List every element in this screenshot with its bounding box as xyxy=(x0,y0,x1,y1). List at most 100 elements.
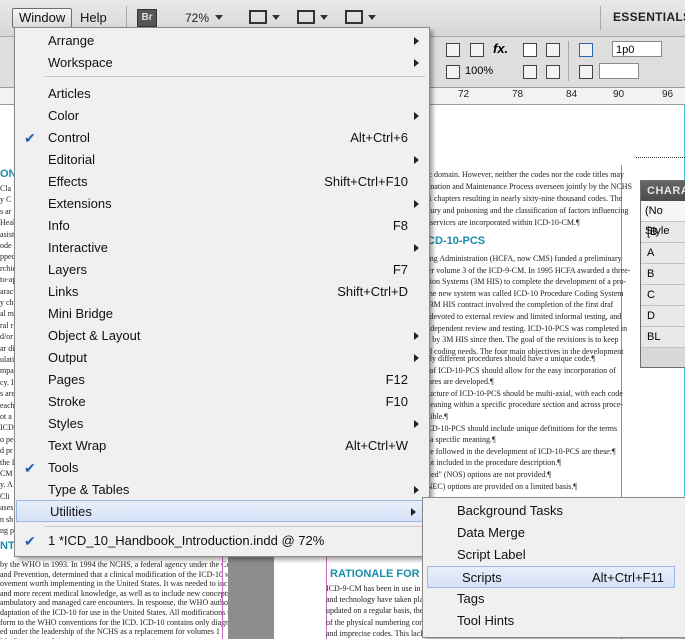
style-row[interactable]: C xyxy=(641,285,685,306)
text-line: The new system was called ICD-10 Procedu… xyxy=(424,288,624,298)
menu-item-color[interactable]: Color xyxy=(15,105,429,127)
text-line: of the physical numbering constr xyxy=(326,617,432,627)
chevron-down-icon[interactable] xyxy=(320,15,328,20)
menu-item-shortcut: F10 xyxy=(385,394,408,409)
align-right-icon[interactable] xyxy=(546,65,560,79)
menu-item-layers[interactable]: Layers F7 xyxy=(15,259,429,281)
submenu-item-background-tasks[interactable]: Background Tasks xyxy=(423,500,685,522)
menu-item-label: Control xyxy=(48,130,90,145)
menu-item-label: Mini Bridge xyxy=(48,306,114,321)
text-line: ar di xyxy=(0,343,15,353)
menu-item-interactive[interactable]: Interactive xyxy=(15,237,429,259)
menu-item-info[interactable]: Info F8 xyxy=(15,215,429,237)
menu-item-editorial[interactable]: Editorial xyxy=(15,149,429,171)
submenu-item-data-merge[interactable]: Data Merge xyxy=(423,522,685,544)
scale-field[interactable]: 100% xyxy=(462,63,508,79)
submenu-arrow-icon xyxy=(414,332,419,340)
text-line: s ar xyxy=(0,206,12,216)
menu-item-label: Links xyxy=(48,284,79,299)
style-row[interactable]: BL xyxy=(641,327,685,348)
submenu-item-script-label[interactable]: Script Label xyxy=(423,544,685,566)
menu-item-articles[interactable]: Articles xyxy=(15,83,429,105)
text-line: n sh xyxy=(0,514,14,524)
menu-item-effects[interactable]: Effects Shift+Ctrl+F10 xyxy=(15,171,429,193)
menu-item-text-wrap[interactable]: Text Wrap Alt+Ctrl+W xyxy=(15,435,429,457)
effects-icon[interactable]: fx. xyxy=(493,41,508,56)
menu-item-pages[interactable]: Pages F12 xyxy=(15,369,429,391)
menu-item-label: Tools xyxy=(48,460,79,475)
workspace-switcher[interactable]: ESSENTIALS xyxy=(613,10,685,24)
menu-item-workspace[interactable]: Workspace xyxy=(15,52,429,74)
chevron-down-icon[interactable] xyxy=(272,15,280,20)
text-line: y C xyxy=(0,195,12,205)
submenu-item-tool-hints[interactable]: Tool Hints xyxy=(423,610,685,632)
text-line: y ch xyxy=(0,298,14,307)
transform-icon[interactable] xyxy=(446,65,460,79)
text-line: and imprecise codes. This lack o xyxy=(326,628,431,638)
menu-item-output[interactable]: Output xyxy=(15,347,429,369)
menu-help[interactable]: Help xyxy=(74,8,113,28)
character-styles-panel[interactable]: CHARAC (No Style [B A B C D BL xyxy=(640,180,685,368)
menu-item-object-and-layout[interactable]: Object & Layout xyxy=(15,325,429,347)
arrange-documents-icon[interactable] xyxy=(345,10,363,24)
text-line: not included in the procedure descriptio… xyxy=(424,458,561,468)
submenu-item-tags[interactable]: Tags xyxy=(423,588,685,610)
text-line: meaning within a specific procedure sect… xyxy=(424,400,624,410)
menu-separator xyxy=(45,76,425,77)
ruler-tick-label: 72 xyxy=(458,89,470,100)
ruler-tick-label: 90 xyxy=(613,89,625,100)
submenu-arrow-icon xyxy=(414,420,419,428)
stroke-icon[interactable] xyxy=(470,43,484,57)
align-center-icon[interactable] xyxy=(546,43,560,57)
text-line: Cla xyxy=(0,184,12,193)
menu-item-control[interactable]: ✔ Control Alt+Ctrl+6 xyxy=(15,127,429,149)
bridge-button[interactable]: Br xyxy=(137,9,157,27)
menu-item-links[interactable]: Links Shift+Ctrl+D xyxy=(15,281,429,303)
panel-title[interactable]: CHARAC xyxy=(641,181,685,201)
stroke-weight-field[interactable]: 1p0 xyxy=(612,41,662,57)
menu-item-stroke[interactable]: Stroke F10 xyxy=(15,391,429,413)
submenu-item-label: Data Merge xyxy=(457,525,525,540)
menu-item-mini-bridge[interactable]: Mini Bridge xyxy=(15,303,429,325)
submenu-item-scripts[interactable]: Scripts Alt+Ctrl+F11 xyxy=(427,566,675,588)
separator xyxy=(600,6,601,30)
style-row[interactable]: A xyxy=(641,243,685,264)
menu-window[interactable]: Window xyxy=(12,8,73,28)
text-line: s are xyxy=(0,389,15,399)
view-options-icon[interactable] xyxy=(249,10,267,24)
stroke-style-select[interactable] xyxy=(599,63,639,79)
text-line: ICD-9-CM has been in use in the xyxy=(326,584,433,593)
align-left-icon[interactable] xyxy=(523,43,537,57)
align-justify-icon[interactable] xyxy=(523,65,537,79)
zoom-level[interactable]: 72% xyxy=(185,11,209,25)
text-line: ICD-10-PCS should include unique definit… xyxy=(424,423,618,433)
submenu-arrow-icon xyxy=(414,37,419,45)
text-frame-edge xyxy=(636,157,685,159)
screen-mode-icon[interactable] xyxy=(297,10,315,24)
menu-item-label: Articles xyxy=(48,86,91,101)
menu-item-styles[interactable]: Styles xyxy=(15,413,429,435)
style-row[interactable]: B xyxy=(641,264,685,285)
menu-item-extensions[interactable]: Extensions xyxy=(15,193,429,215)
stroke-type-icon[interactable] xyxy=(579,65,593,79)
menu-item-type-and-tables[interactable]: Type & Tables xyxy=(15,479,429,501)
menu-item-arrange[interactable]: Arrange xyxy=(15,30,429,52)
menu-item-shortcut: F7 xyxy=(392,262,408,277)
menu-item-label: Object & Layout xyxy=(48,328,141,343)
fill-icon[interactable] xyxy=(446,43,460,57)
menu-item-shortcut: Alt+Ctrl+6 xyxy=(350,130,408,145)
frame-fitting-icon[interactable] xyxy=(579,43,593,57)
text-line: the I xyxy=(0,457,15,467)
menu-item-label: Workspace xyxy=(48,55,113,70)
chevron-down-icon[interactable] xyxy=(368,15,376,20)
separator xyxy=(568,41,569,81)
text-line: ere followed in the development of ICD-1… xyxy=(424,446,616,456)
menu-item-label: Utilities xyxy=(50,504,92,519)
menu-item-label: Info xyxy=(48,218,70,233)
menu-item-open-document[interactable]: ✔ 1 *ICD_10_Handbook_Introduction.indd @ … xyxy=(15,530,429,552)
menu-item-tools[interactable]: ✔ Tools xyxy=(15,457,429,479)
menu-item-utilities[interactable]: Utilities xyxy=(16,500,427,522)
style-row[interactable]: D xyxy=(641,306,685,327)
style-row[interactable]: (No Style xyxy=(641,201,685,237)
zoom-dropdown-icon[interactable] xyxy=(215,15,223,20)
